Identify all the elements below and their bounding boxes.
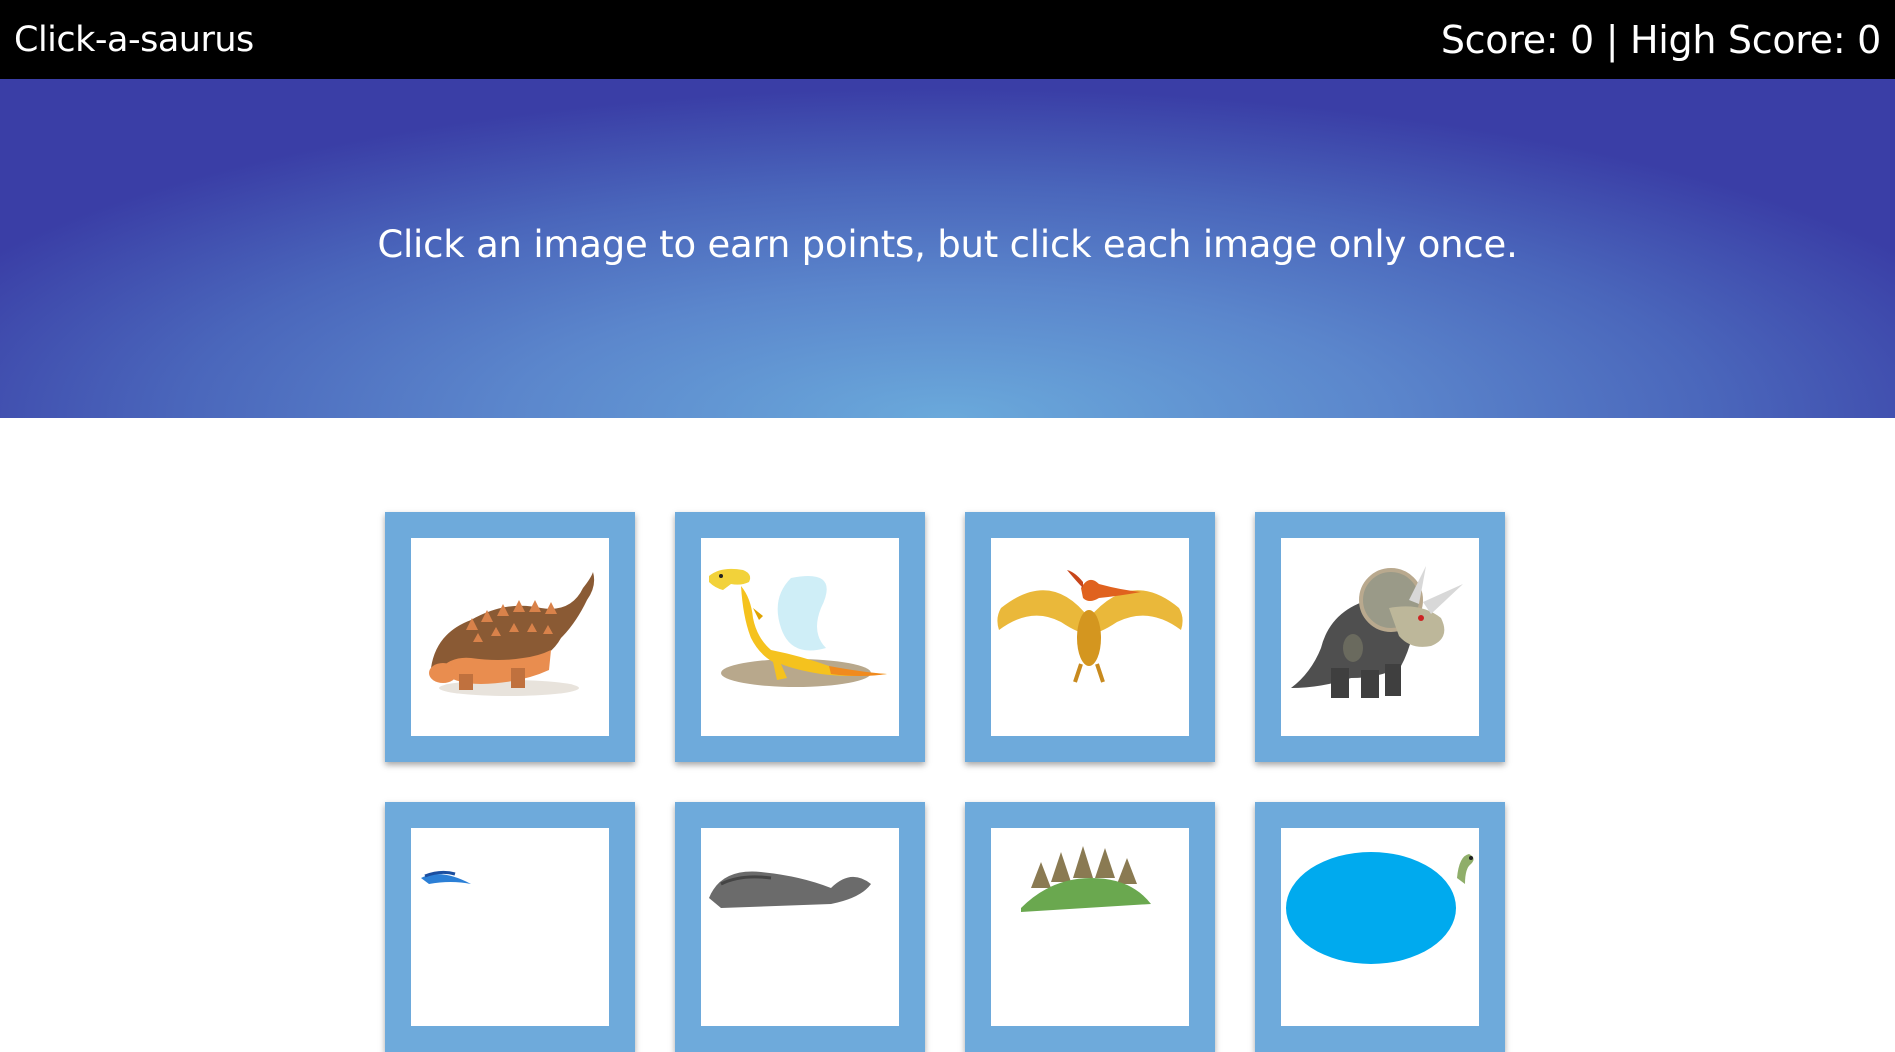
- triceratops-image: [1281, 538, 1479, 736]
- gray-dinosaur-image: [701, 828, 899, 1026]
- pteranodon-image: [991, 538, 1189, 736]
- instructions-text: Click an image to earn points, but click…: [377, 223, 1518, 266]
- card-ankylosaurus[interactable]: [385, 512, 635, 762]
- card-pteranodon[interactable]: [965, 512, 1215, 762]
- blue-dinosaur-image: [411, 828, 609, 1026]
- card-blue-dinosaur[interactable]: [385, 802, 635, 1052]
- hero-banner: Click an image to earn points, but click…: [0, 79, 1895, 418]
- card-triceratops[interactable]: [1255, 512, 1505, 762]
- card-gray-dinosaur[interactable]: [675, 802, 925, 1052]
- brand-title[interactable]: Click-a-saurus: [14, 20, 254, 60]
- ankylosaurus-image: [411, 538, 609, 736]
- card-brachiosaurus[interactable]: [1255, 802, 1505, 1052]
- card-stegosaurus[interactable]: [965, 802, 1215, 1052]
- card-tyrannosaurus[interactable]: [675, 512, 925, 762]
- brachiosaurus-image: [1281, 828, 1479, 1026]
- navbar: Click-a-saurus Score: 0 | High Score: 0: [0, 0, 1895, 79]
- stegosaurus-image: [991, 828, 1189, 1026]
- score-display: Score: 0 | High Score: 0: [1440, 17, 1881, 62]
- tyrannosaurus-image: [701, 538, 899, 736]
